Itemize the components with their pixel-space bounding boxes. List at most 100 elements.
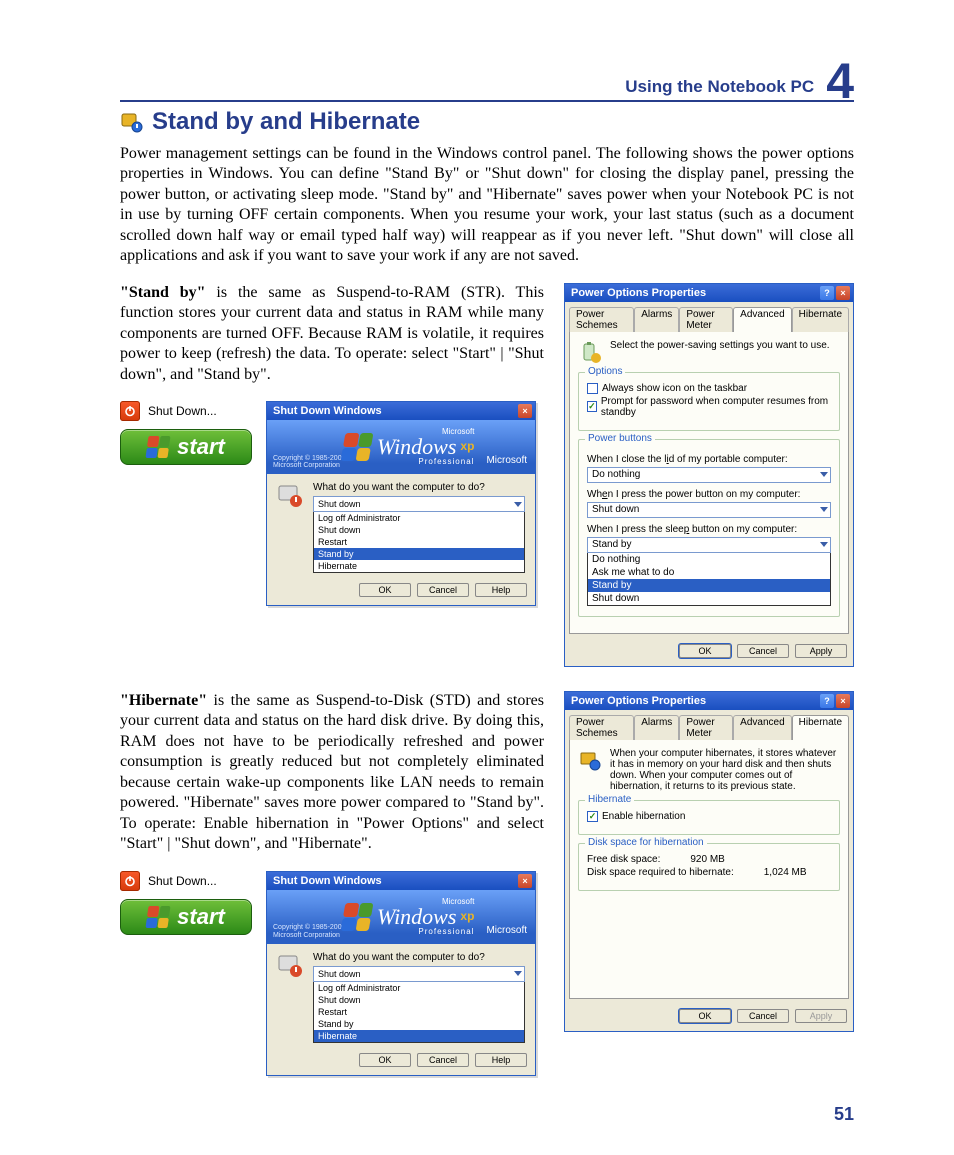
advanced-intro: Select the power-saving settings you wan… (610, 340, 830, 364)
shutdown-prompt: What do you want the computer to do? (313, 482, 525, 493)
power-icon (120, 401, 140, 421)
tab-strip: Power Schemes Alarms Power Meter Advance… (565, 302, 853, 331)
list-item[interactable]: Shut down (588, 592, 830, 605)
tab-strip: Power Schemes Alarms Power Meter Advance… (565, 710, 853, 739)
page-title: Stand by and Hibernate (152, 108, 420, 136)
power-icon (120, 871, 140, 891)
power-button-select[interactable]: Shut down (587, 502, 831, 518)
apply-button: Apply (795, 1009, 847, 1023)
free-disk-value: 920 MB (690, 854, 724, 865)
ok-button[interactable]: OK (359, 583, 411, 597)
tab-power-schemes[interactable]: Power Schemes (569, 307, 634, 332)
close-icon[interactable]: × (518, 404, 532, 418)
start-button[interactable]: start (120, 429, 252, 465)
tab-hibernate[interactable]: Hibernate (792, 307, 849, 332)
shutdown-label: Shut Down... (148, 404, 217, 418)
hibernate-block: "Hibernate" is the same as Suspend-to-Di… (120, 691, 854, 1076)
windows-logo-icon (146, 436, 171, 458)
cancel-button[interactable]: Cancel (737, 1009, 789, 1023)
shutdown-menu-item[interactable]: Shut Down... (120, 871, 252, 891)
tab-power-meter[interactable]: Power Meter (679, 715, 733, 740)
chevron-down-icon (820, 507, 828, 512)
dialog-title: Power Options Properties (571, 287, 706, 299)
power-options-dialog-advanced: Power Options Properties ? × Power Schem… (564, 283, 854, 667)
cancel-button[interactable]: Cancel (417, 583, 469, 597)
battery-icon (578, 340, 602, 364)
apply-button[interactable]: Apply (795, 644, 847, 658)
close-icon[interactable]: × (518, 874, 532, 888)
ok-button[interactable]: OK (679, 1009, 731, 1023)
page-header: Using the Notebook PC 4 (120, 50, 854, 100)
tab-alarms[interactable]: Alarms (634, 715, 679, 740)
tab-advanced[interactable]: Advanced (733, 307, 791, 332)
cancel-button[interactable]: Cancel (417, 1053, 469, 1067)
shutdown-action-list[interactable]: Log off Administrator Shut down Restart … (313, 982, 525, 1043)
start-label: start (177, 904, 225, 930)
sleep-button-select[interactable]: Stand by (587, 537, 831, 553)
shutdown-label: Shut Down... (148, 874, 217, 888)
shutdown-windows-dialog: Shut Down Windows × Copyright © 1985-200… (266, 871, 536, 1076)
list-item[interactable]: Log off Administrator (314, 512, 524, 524)
hibernate-label: "Hibernate" (120, 692, 207, 709)
shutdown-action-select[interactable]: Shut down (313, 966, 525, 982)
shutdown-prompt: What do you want the computer to do? (313, 952, 525, 963)
lid-action-select[interactable]: Do nothing (587, 467, 831, 483)
list-item[interactable]: Stand by (314, 548, 524, 560)
list-item[interactable]: Hibernate (314, 1030, 524, 1042)
sleep-button-dropdown[interactable]: Do nothing Ask me what to do Stand by Sh… (587, 553, 831, 606)
help-button[interactable]: Help (475, 583, 527, 597)
hibernate-paragraph: "Hibernate" is the same as Suspend-to-Di… (120, 691, 544, 855)
power-management-icon (120, 110, 144, 134)
dialog-title: Shut Down Windows (273, 875, 382, 887)
list-item[interactable]: Restart (314, 1006, 524, 1018)
help-icon[interactable]: ? (820, 286, 834, 300)
tab-power-schemes[interactable]: Power Schemes (569, 715, 634, 740)
prompt-password-checkbox[interactable] (587, 401, 597, 412)
close-icon[interactable]: × (836, 286, 850, 300)
list-item[interactable]: Log off Administrator (314, 982, 524, 994)
power-options-dialog-hibernate: Power Options Properties ? × Power Schem… (564, 691, 854, 1032)
free-disk-label: Free disk space: (587, 854, 660, 865)
tab-alarms[interactable]: Alarms (634, 307, 679, 332)
start-button[interactable]: start (120, 899, 252, 935)
shutdown-action-list[interactable]: Log off Administrator Shut down Restart … (313, 512, 525, 573)
enable-hibernation-checkbox[interactable] (587, 811, 598, 822)
page-heading-row: Stand by and Hibernate (120, 108, 854, 136)
ok-button[interactable]: OK (359, 1053, 411, 1067)
shutdown-dialog-icon (277, 482, 303, 508)
list-item[interactable]: Stand by (588, 579, 830, 592)
ok-button[interactable]: OK (679, 644, 731, 658)
shutdown-action-select[interactable]: Shut down (313, 496, 525, 512)
always-show-icon-checkbox[interactable] (587, 383, 598, 394)
standby-block: "Stand by" is the same as Suspend-to-RAM… (120, 283, 854, 667)
list-item[interactable]: Shut down (314, 524, 524, 536)
cancel-button[interactable]: Cancel (737, 644, 789, 658)
help-icon[interactable]: ? (820, 694, 834, 708)
list-item[interactable]: Stand by (314, 1018, 524, 1030)
list-item[interactable]: Do nothing (588, 553, 830, 566)
tab-hibernate[interactable]: Hibernate (792, 715, 849, 740)
chevron-down-icon (820, 542, 828, 547)
list-item[interactable]: Ask me what to do (588, 566, 830, 579)
shutdown-dialog-icon (277, 952, 303, 978)
help-button[interactable]: Help (475, 1053, 527, 1067)
list-item[interactable]: Shut down (314, 994, 524, 1006)
list-item[interactable]: Restart (314, 536, 524, 548)
chevron-down-icon (514, 502, 522, 507)
power-button-label: When I press the power button on my comp… (587, 489, 831, 500)
standby-label: "Stand by" (120, 284, 206, 301)
hibernate-icon (578, 748, 602, 772)
windows-xp-banner: Copyright © 1985-2001 Microsoft Corporat… (267, 890, 535, 944)
windows-logo-icon (340, 433, 373, 461)
standby-paragraph: "Stand by" is the same as Suspend-to-RAM… (120, 283, 544, 385)
tab-advanced[interactable]: Advanced (733, 715, 791, 740)
list-item[interactable]: Hibernate (314, 560, 524, 572)
section-title: Using the Notebook PC (625, 77, 814, 97)
options-fieldset: Options Always show icon on the taskbar … (578, 372, 840, 431)
close-icon[interactable]: × (836, 694, 850, 708)
tab-power-meter[interactable]: Power Meter (679, 307, 733, 332)
windows-logo-icon (340, 903, 373, 931)
windows-logo-icon (146, 906, 171, 928)
header-divider (120, 100, 854, 102)
shutdown-menu-item[interactable]: Shut Down... (120, 401, 252, 421)
